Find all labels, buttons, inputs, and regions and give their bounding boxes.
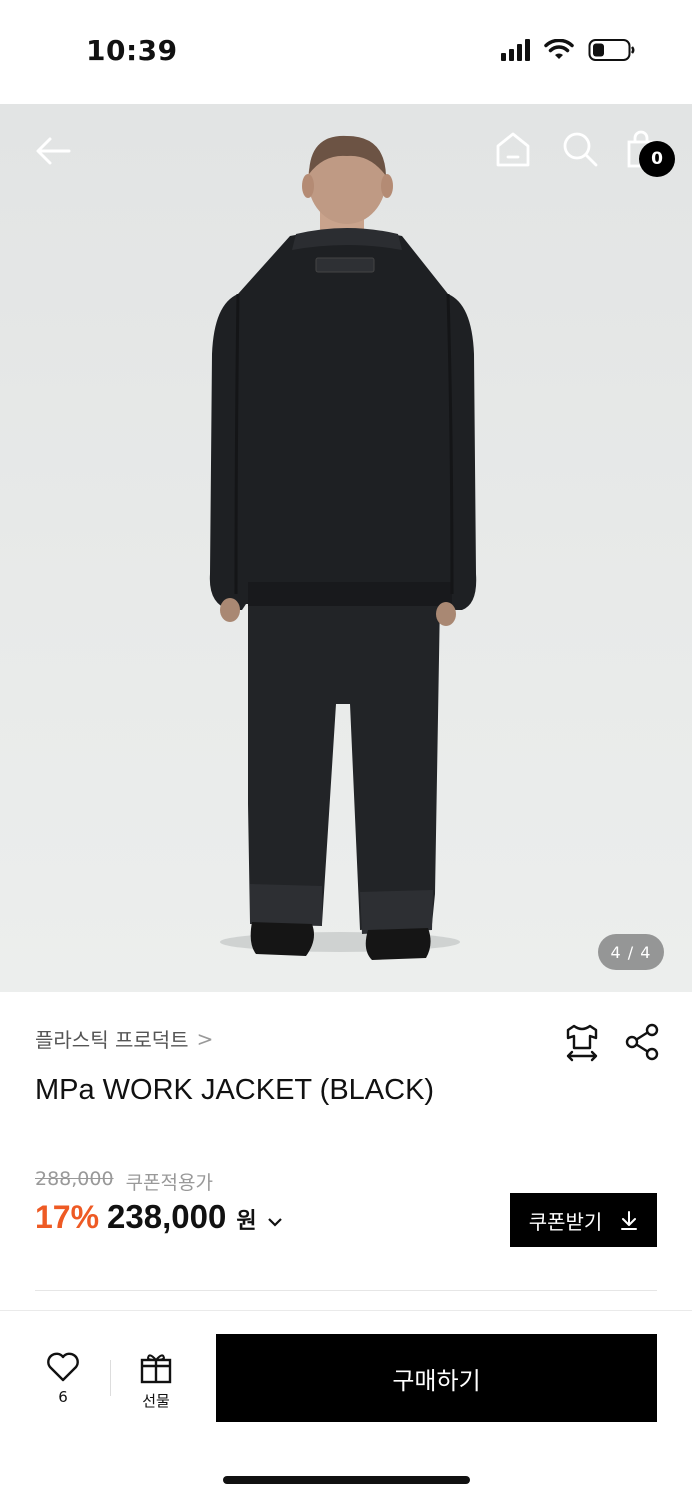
- bottom-bar-border: [0, 1310, 692, 1311]
- original-price: 288,000: [35, 1168, 114, 1190]
- gift-icon: [140, 1354, 172, 1384]
- back-button[interactable]: [30, 128, 76, 174]
- coupon-button-label: 쿠폰받기: [528, 1209, 603, 1234]
- search-button[interactable]: [557, 126, 603, 172]
- cart-count-badge: 0: [639, 141, 675, 177]
- sale-price: 238,000: [107, 1198, 227, 1235]
- home-button[interactable]: [490, 126, 536, 172]
- chevron-right-icon: >: [196, 1026, 214, 1051]
- coupon-price-label: 쿠폰적용가: [125, 1172, 213, 1194]
- cellular-signal-icon: [501, 39, 530, 61]
- wifi-icon: [544, 39, 574, 59]
- download-icon: [621, 1211, 638, 1230]
- currency-unit: 원: [236, 1209, 257, 1234]
- status-icons: [501, 38, 636, 62]
- chevron-down-icon: [267, 1212, 283, 1233]
- gift-button[interactable]: 선물: [133, 1352, 179, 1411]
- battery-icon: [588, 39, 635, 61]
- coupon-download-button[interactable]: 쿠폰받기: [510, 1193, 657, 1247]
- status-time: 10:39: [86, 34, 178, 67]
- share-icon[interactable]: [624, 1022, 660, 1062]
- product-title: MPa WORK JACKET (BLACK): [35, 1074, 435, 1106]
- discount-rate: 17%: [35, 1199, 100, 1235]
- like-button[interactable]: 6: [40, 1352, 86, 1406]
- price-row[interactable]: 17% 238,000 원: [35, 1198, 283, 1236]
- brand-name: 플라스틱 프로덕트: [35, 1028, 189, 1052]
- image-counter: 4 / 4: [598, 934, 664, 970]
- status-bar: 10:39: [0, 0, 692, 104]
- product-photo: [209, 135, 477, 960]
- home-icon: [496, 132, 530, 167]
- product-image-carousel[interactable]: [0, 104, 692, 992]
- original-price-row: 288,000 쿠폰적용가: [35, 1168, 213, 1195]
- heart-icon: [47, 1352, 79, 1382]
- gift-label: 선물: [142, 1392, 170, 1410]
- brand-link[interactable]: 플라스틱 프로덕트 >: [35, 1024, 213, 1053]
- search-icon: [563, 132, 598, 167]
- home-indicator: [223, 1476, 470, 1484]
- size-guide-icon[interactable]: [562, 1022, 602, 1062]
- buy-button[interactable]: 구매하기: [216, 1334, 657, 1422]
- bottom-separator: [110, 1360, 111, 1396]
- info-actions: [562, 1022, 660, 1062]
- arrow-left-icon: [36, 137, 71, 165]
- like-count: 6: [58, 1388, 68, 1406]
- section-divider: [35, 1290, 657, 1291]
